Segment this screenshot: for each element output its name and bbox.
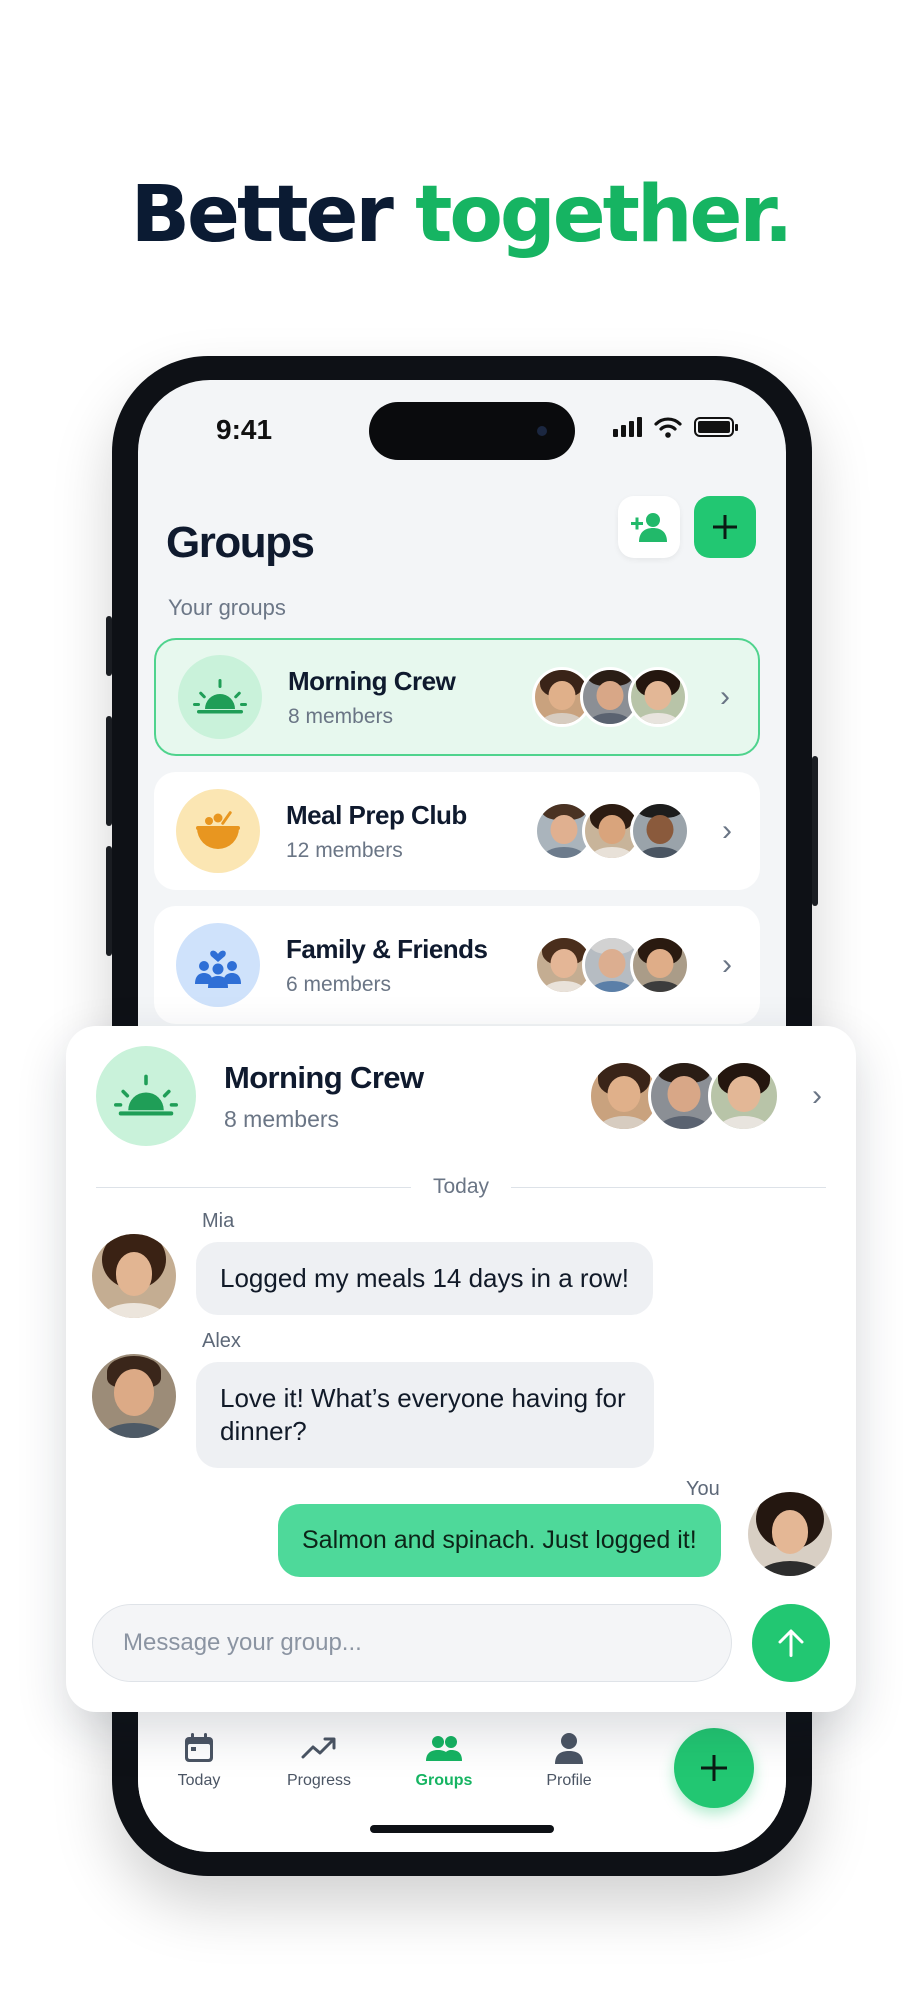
- phone-side-button: [106, 846, 112, 956]
- tab-label: Profile: [546, 1772, 592, 1789]
- calendar-icon: [144, 1728, 254, 1768]
- tab-groups[interactable]: Groups: [389, 1728, 499, 1790]
- invite-button[interactable]: [618, 496, 680, 558]
- phone-side-button: [106, 616, 112, 676]
- group-members: 12 members: [286, 838, 403, 862]
- signal-icon: [613, 417, 642, 437]
- group-name: Family & Friends: [286, 933, 488, 964]
- headline-part1: Better: [130, 170, 394, 260]
- message-sender: You: [686, 1478, 720, 1500]
- tab-label: Today: [177, 1772, 221, 1789]
- chat-header[interactable]: Morning Crew 8 members ›: [66, 1026, 856, 1166]
- avatar: [630, 935, 690, 995]
- tab-progress[interactable]: Progress: [264, 1728, 374, 1790]
- member-avatars: [588, 1060, 780, 1132]
- group-chat-card: Morning Crew 8 members › Today Mia Logge…: [66, 1026, 856, 1712]
- people-icon: [389, 1728, 499, 1768]
- message-composer: [92, 1604, 732, 1682]
- group-members: 8 members: [288, 704, 394, 728]
- tab-label: Groups: [415, 1772, 473, 1789]
- headline: Better together.: [0, 170, 921, 260]
- page-title: Groups: [166, 518, 315, 567]
- chevron-right-icon: ›: [722, 948, 732, 981]
- arrow-up-icon: [778, 1629, 804, 1657]
- status-icons: [613, 416, 738, 438]
- member-avatars: [534, 801, 690, 861]
- group-name: Meal Prep Club: [286, 799, 467, 830]
- battery-icon: [694, 417, 738, 437]
- chat-members: 8 members: [224, 1105, 340, 1132]
- chevron-right-icon: ›: [812, 1079, 822, 1112]
- plus-icon: [701, 1755, 727, 1781]
- family-icon: [176, 923, 260, 1007]
- avatar: [628, 667, 688, 727]
- group-card-meal-prep-club[interactable]: Meal Prep Club 12 members ›: [154, 772, 760, 890]
- tab-today[interactable]: Today: [144, 1728, 254, 1790]
- message-bubble: Logged my meals 14 days in a row!: [196, 1242, 653, 1315]
- chevron-right-icon: ›: [722, 814, 732, 847]
- floating-add-button[interactable]: [674, 1728, 754, 1808]
- avatar: [748, 1492, 832, 1576]
- headline-part2: together.: [415, 170, 793, 260]
- sunrise-icon: [178, 655, 262, 739]
- wifi-icon: [654, 417, 682, 438]
- group-card-family-friends[interactable]: Family & Friends 6 members ›: [154, 906, 760, 1024]
- my-message-bubble: Salmon and spinach. Just logged it!: [278, 1504, 721, 1577]
- group-card-morning-crew[interactable]: Morning Crew 8 members ›: [154, 638, 760, 756]
- send-button[interactable]: [752, 1604, 830, 1682]
- tab-profile[interactable]: Profile: [514, 1728, 624, 1790]
- phone-power-button: [812, 756, 818, 906]
- message-bubble: Love it! What’s everyone having for dinn…: [196, 1362, 654, 1468]
- message-sender: Alex: [202, 1330, 241, 1352]
- dynamic-island: [369, 402, 575, 460]
- message-sender: Mia: [202, 1210, 235, 1232]
- chat-title: Morning Crew: [224, 1059, 424, 1095]
- status-time: 9:41: [216, 414, 273, 445]
- add-person-icon: [631, 513, 667, 542]
- group-name: Morning Crew: [288, 665, 456, 696]
- member-avatars: [532, 667, 688, 727]
- avatar: [630, 801, 690, 861]
- day-label: Today: [432, 1175, 490, 1198]
- day-separator: Today: [96, 1172, 827, 1202]
- avatar: [708, 1060, 780, 1132]
- trend-icon: [264, 1728, 374, 1768]
- add-group-button[interactable]: [694, 496, 756, 558]
- avatar: [92, 1354, 176, 1438]
- tab-label: Progress: [286, 1772, 352, 1789]
- section-label: Your groups: [168, 595, 286, 620]
- plus-icon: [713, 515, 737, 539]
- member-avatars: [534, 935, 690, 995]
- home-indicator: [370, 1825, 554, 1833]
- person-icon: [514, 1728, 624, 1768]
- group-members: 6 members: [286, 972, 392, 996]
- avatar: [92, 1234, 176, 1318]
- phone-side-button: [106, 716, 112, 826]
- chevron-right-icon: ›: [720, 680, 730, 713]
- bowl-icon: [176, 789, 260, 873]
- sunrise-icon: [96, 1046, 196, 1146]
- message-input[interactable]: [93, 1605, 731, 1681]
